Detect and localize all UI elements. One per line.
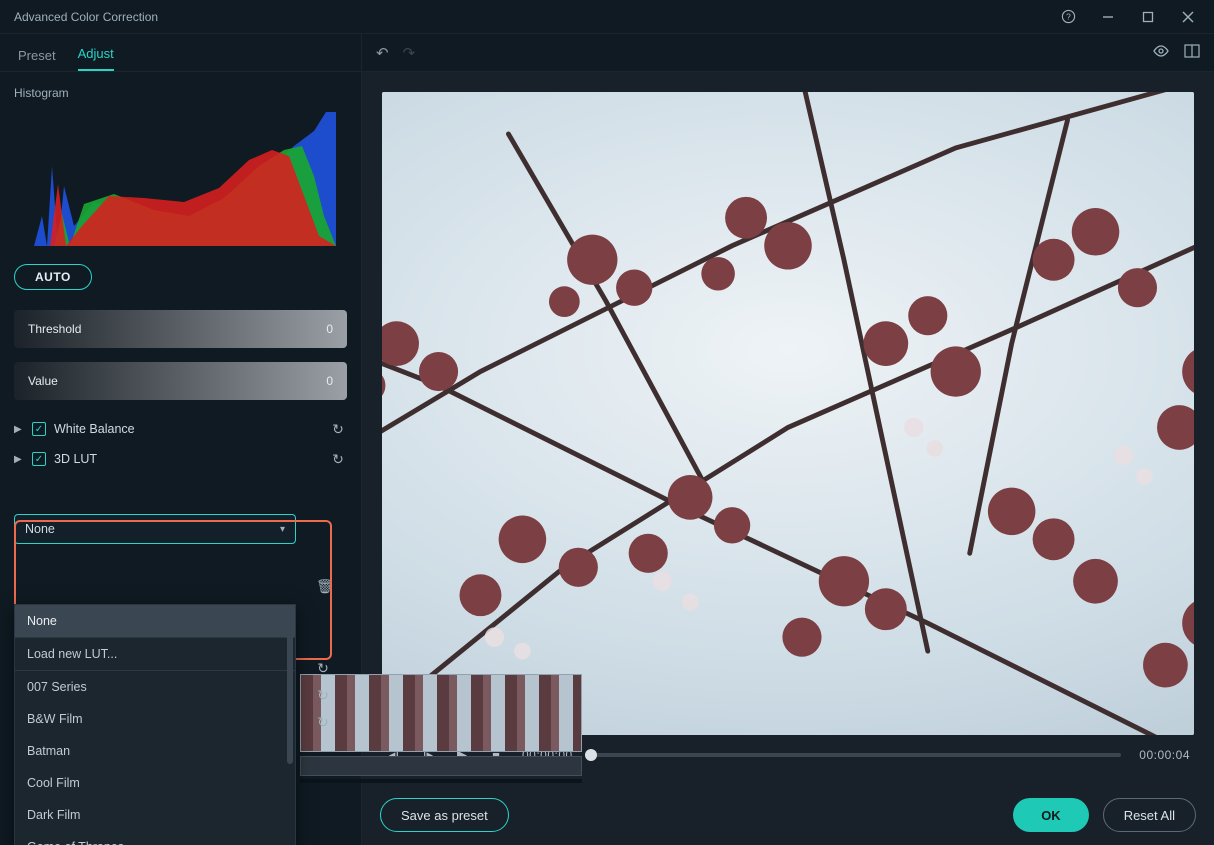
lut-option-007[interactable]: 007 Series bbox=[15, 671, 295, 703]
compare-view-icon[interactable] bbox=[1184, 44, 1200, 62]
value-label: Value bbox=[28, 374, 326, 388]
help-button[interactable]: ? bbox=[1048, 4, 1088, 30]
minimize-button[interactable] bbox=[1088, 4, 1128, 30]
ok-button[interactable]: OK bbox=[1013, 798, 1089, 832]
svg-text:?: ? bbox=[1066, 11, 1071, 21]
histogram bbox=[14, 106, 336, 246]
delete-lut-icon[interactable]: 🗑 bbox=[316, 578, 334, 595]
seek-bar[interactable] bbox=[591, 753, 1122, 757]
chevron-right-icon: ▶ bbox=[14, 454, 24, 465]
action-bar: Save as preset OK Reset All bbox=[362, 785, 1214, 845]
lut-checkbox[interactable] bbox=[32, 452, 46, 466]
lut-select-value: None bbox=[25, 522, 280, 536]
seek-knob[interactable] bbox=[585, 749, 597, 761]
lut-label: 3D LUT bbox=[54, 452, 97, 466]
white-balance-label: White Balance bbox=[54, 422, 135, 436]
redo-button[interactable]: ↷ bbox=[403, 44, 416, 62]
preview-toggle-icon[interactable] bbox=[1152, 44, 1170, 62]
white-balance-row[interactable]: ▶ White Balance ↻ bbox=[14, 414, 347, 444]
lut-select[interactable]: None ▾ bbox=[14, 514, 296, 544]
lut-option-cool[interactable]: Cool Film bbox=[15, 767, 295, 799]
lut-option-bw[interactable]: B&W Film bbox=[15, 703, 295, 735]
lut-row[interactable]: ▶ 3D LUT ↻ bbox=[14, 444, 347, 474]
timeline-clip[interactable] bbox=[300, 674, 582, 794]
lut-dropdown[interactable]: None Load new LUT... 007 Series B&W Film… bbox=[14, 604, 296, 845]
reset-icon[interactable]: ↻ bbox=[314, 660, 332, 677]
video-preview[interactable] bbox=[382, 92, 1194, 735]
extra-resets: ↻ ↻ ↻ bbox=[314, 660, 332, 731]
reset-all-button[interactable]: Reset All bbox=[1103, 798, 1196, 832]
white-balance-checkbox[interactable] bbox=[32, 422, 46, 436]
preview-panel: ↶ ↷ bbox=[362, 34, 1214, 845]
undo-button[interactable]: ↶ bbox=[376, 44, 389, 62]
chevron-down-icon: ▾ bbox=[280, 524, 285, 535]
reset-icon[interactable]: ↻ bbox=[314, 687, 332, 704]
panel-tabs: Preset Adjust bbox=[0, 34, 361, 72]
lut-option-none[interactable]: None bbox=[15, 605, 295, 637]
threshold-value: 0 bbox=[326, 322, 333, 336]
reset-icon[interactable]: ↻ bbox=[329, 451, 347, 468]
timecode-duration: 00:00:04 bbox=[1139, 748, 1190, 762]
dropdown-scrollbar[interactable] bbox=[287, 609, 293, 845]
auto-button[interactable]: AUTO bbox=[14, 264, 92, 290]
save-preset-button[interactable]: Save as preset bbox=[380, 798, 509, 832]
lut-option-load[interactable]: Load new LUT... bbox=[15, 638, 295, 670]
close-button[interactable] bbox=[1168, 4, 1208, 30]
threshold-slider[interactable]: Threshold 0 bbox=[14, 310, 347, 348]
preview-toolbar: ↶ ↷ bbox=[362, 34, 1214, 72]
reset-icon[interactable]: ↻ bbox=[329, 421, 347, 438]
chevron-right-icon: ▶ bbox=[14, 424, 24, 435]
lut-option-got[interactable]: Game of Thrones bbox=[15, 831, 295, 845]
threshold-label: Threshold bbox=[28, 322, 326, 336]
histogram-label: Histogram bbox=[14, 86, 347, 100]
lut-option-batman[interactable]: Batman bbox=[15, 735, 295, 767]
value-value: 0 bbox=[326, 374, 333, 388]
tab-adjust[interactable]: Adjust bbox=[78, 46, 114, 71]
maximize-button[interactable] bbox=[1128, 4, 1168, 30]
tab-preset[interactable]: Preset bbox=[18, 48, 56, 71]
reset-icon[interactable]: ↻ bbox=[314, 714, 332, 731]
lut-option-dark[interactable]: Dark Film bbox=[15, 799, 295, 831]
titlebar: Advanced Color Correction ? bbox=[0, 0, 1214, 34]
window-title: Advanced Color Correction bbox=[14, 10, 1048, 24]
value-slider[interactable]: Value 0 bbox=[14, 362, 347, 400]
